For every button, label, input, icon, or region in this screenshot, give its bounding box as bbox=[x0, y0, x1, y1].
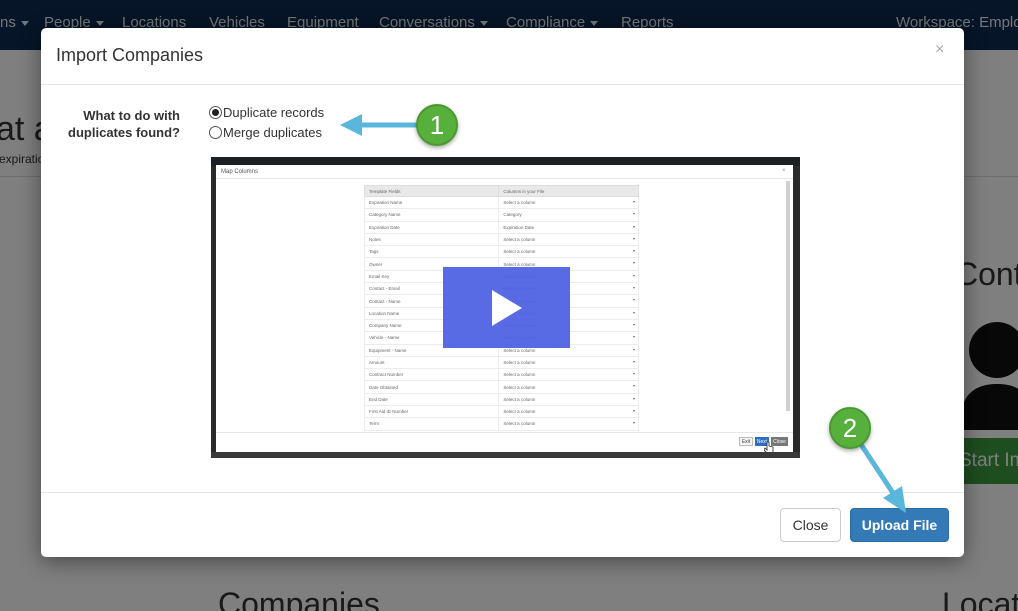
annotation-arrows bbox=[340, 114, 906, 513]
step-badge-1: 1 bbox=[416, 104, 458, 146]
annotation-arrow-1 bbox=[340, 114, 419, 136]
annotation-arrow-2 bbox=[859, 443, 906, 513]
step-badge-2: 2 bbox=[829, 407, 871, 449]
